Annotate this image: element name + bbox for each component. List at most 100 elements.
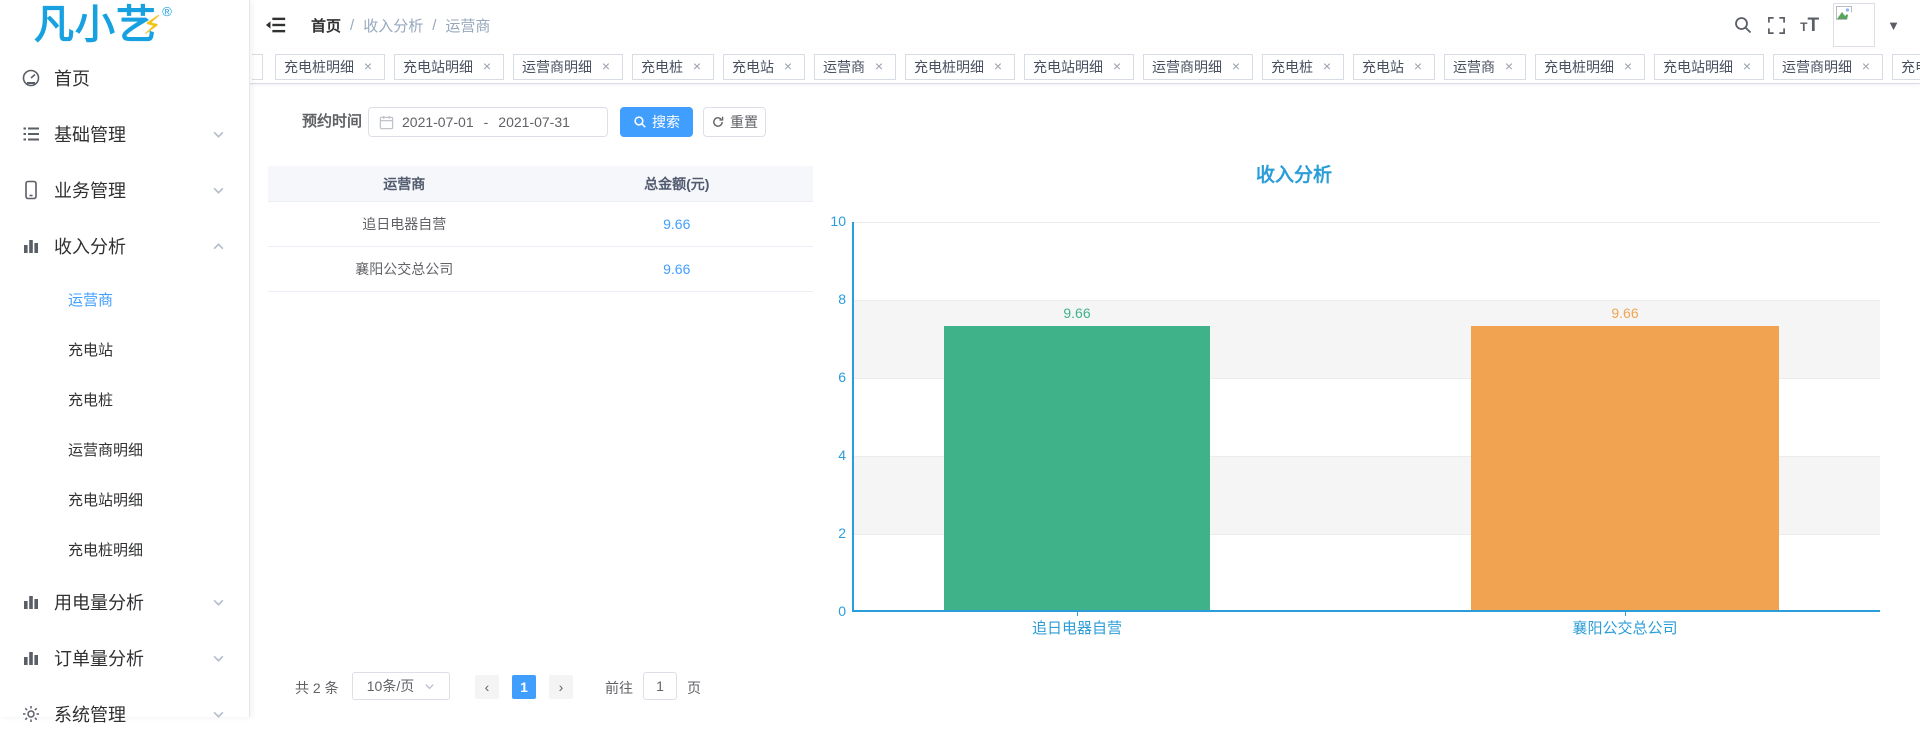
table-row: 襄阳公交总公司9.66 [268, 247, 813, 292]
x-axis-tick [1077, 610, 1078, 616]
tab-充电桩明细[interactable]: 充电桩明细 × [905, 54, 1015, 80]
search-icon[interactable] [1733, 15, 1753, 35]
search-button[interactable]: 搜索 [620, 107, 693, 137]
bar-chart-icon [20, 235, 42, 257]
sidebar-item-1[interactable]: 基础管理 [0, 106, 249, 162]
tab-充电桩明细[interactable]: 充电桩明细× [1535, 54, 1645, 80]
tab-充电站明细[interactable]: 充电站明细 × [1024, 54, 1134, 80]
reset-button[interactable]: 重置 [703, 107, 766, 137]
tab-label: 充电桩 [641, 57, 683, 77]
close-icon[interactable]: × [1109, 59, 1125, 75]
next-page-button[interactable]: › [549, 675, 573, 699]
table-row: 追日电器自营9.66 [268, 202, 813, 247]
tab-label: 充电站 [732, 57, 774, 77]
date-range-picker[interactable]: 2021-07-01 - 2021-07-31 [368, 107, 608, 137]
tab-充电桩[interactable]: 充电桩× [1262, 54, 1344, 80]
breadcrumb-home[interactable]: 首页 [311, 15, 341, 36]
chart-title: 收入分析 [1119, 160, 1469, 187]
close-icon[interactable]: × [360, 59, 376, 75]
breadcrumb-separator: / [350, 17, 354, 34]
sidebar-subitem-充电桩明细[interactable]: 充电桩明细 [0, 524, 249, 574]
tab-partial[interactable] [252, 54, 263, 80]
goto-page-suffix: 页 [687, 678, 701, 698]
page-size-select[interactable]: 10条/页 [352, 672, 450, 700]
tab-充电桩明细[interactable]: 充电桩明细 × [275, 54, 385, 80]
sidebar-item-3[interactable]: 收入分析 [0, 218, 249, 274]
table-header-row: 运营商 总金额(元) [268, 166, 813, 202]
tab-label: 充电桩 [1901, 57, 1920, 77]
sidebar-item-0[interactable]: 首页 [0, 50, 249, 106]
sidebar-subitem-运营商[interactable]: 运营商 [0, 274, 249, 324]
sidebar-item-6[interactable]: 系统管理 [0, 686, 249, 742]
close-icon[interactable]: × [1410, 59, 1426, 75]
breadcrumb: 首页 / 收入分析 / 运营商 [311, 15, 490, 36]
close-icon[interactable]: × [1228, 59, 1244, 75]
current-page-button[interactable]: 1 [512, 675, 536, 699]
mobile-icon [20, 179, 42, 201]
fullscreen-icon[interactable] [1767, 16, 1786, 35]
tab-充电站明细[interactable]: 充电站明细 × [1654, 54, 1764, 80]
close-icon[interactable]: × [1620, 59, 1636, 75]
tab-运营商明细[interactable]: 运营商明细× [1143, 54, 1253, 80]
close-icon[interactable]: × [780, 59, 796, 75]
sidebar-subitem-充电站[interactable]: 充电站 [0, 324, 249, 374]
bar-追日电器自营 [944, 326, 1210, 610]
chevron-down-icon [212, 652, 225, 665]
chevron-down-icon [212, 128, 225, 141]
tab-运营商明细[interactable]: 运营商明细 × [1773, 54, 1883, 80]
hamburger-icon[interactable] [265, 14, 287, 36]
close-icon[interactable]: × [598, 59, 614, 75]
tab-label: 充电站 [1362, 57, 1404, 77]
caret-down-icon[interactable]: ▼ [1887, 18, 1900, 33]
sidebar-subitem-label: 充电桩明细 [68, 539, 143, 560]
tab-label: 充电站明细 [1663, 57, 1733, 77]
tab-label: 运营商明细 [1782, 57, 1852, 77]
tab-充电站[interactable]: 充电站 × [1353, 54, 1435, 80]
app-logo-text: 凡小艺 [34, 5, 157, 45]
y-axis-tick-label: 10 [786, 213, 846, 229]
dashboard-icon [20, 67, 42, 89]
sidebar-item-2[interactable]: 业务管理 [0, 162, 249, 218]
tab-运营商[interactable]: 运营商× [814, 54, 896, 80]
calendar-icon [379, 115, 394, 130]
registered-mark: ® [162, 4, 172, 19]
tab-充电桩[interactable]: 充电桩× [1892, 54, 1920, 80]
goto-page-input[interactable] [643, 672, 677, 700]
font-size-icon[interactable]: TT [1800, 16, 1819, 35]
close-icon[interactable]: × [1501, 59, 1517, 75]
table-header-operator: 运营商 [268, 174, 541, 194]
date-end-value[interactable]: 2021-07-31 [498, 114, 570, 130]
tab-充电站[interactable]: 充电站 × [723, 54, 805, 80]
avatar[interactable] [1833, 3, 1875, 47]
tab-label: 充电站明细 [1033, 57, 1103, 77]
close-icon[interactable]: × [990, 59, 1006, 75]
amount-link[interactable]: 9.66 [663, 261, 690, 277]
app-logo[interactable]: 凡小艺 ⚡ ® [0, 0, 249, 50]
tab-充电桩[interactable]: 充电桩 × [632, 54, 714, 80]
tab-充电站明细[interactable]: 充电站明细× [394, 54, 504, 80]
sidebar-subitem-运营商明细[interactable]: 运营商明细 [0, 424, 249, 474]
prev-page-button[interactable]: ‹ [475, 675, 499, 699]
close-icon[interactable]: × [479, 59, 495, 75]
sidebar-subitem-充电桩[interactable]: 充电桩 [0, 374, 249, 424]
y-axis-tick-label: 2 [786, 525, 846, 541]
tab-label: 充电桩明细 [284, 57, 354, 77]
sidebar-item-label: 首页 [54, 65, 90, 91]
date-start-value[interactable]: 2021-07-01 [402, 114, 474, 130]
tab-label: 充电桩明细 [914, 57, 984, 77]
sidebar-item-5[interactable]: 订单量分析 [0, 630, 249, 686]
sidebar-item-4[interactable]: 用电量分析 [0, 574, 249, 630]
breadcrumb-income-analysis[interactable]: 收入分析 [363, 15, 423, 36]
lightning-bolt-icon: ⚡ [143, 10, 161, 41]
close-icon[interactable]: × [1739, 59, 1755, 75]
tab-运营商[interactable]: 运营商× [1444, 54, 1526, 80]
sidebar-item-label: 业务管理 [54, 177, 126, 203]
chevron-down-icon [212, 596, 225, 609]
sidebar-subitem-充电站明细[interactable]: 充电站明细 [0, 474, 249, 524]
amount-link[interactable]: 9.66 [663, 216, 690, 232]
tab-运营商明细[interactable]: 运营商明细× [513, 54, 623, 80]
close-icon[interactable]: × [1858, 59, 1874, 75]
close-icon[interactable]: × [1319, 59, 1335, 75]
close-icon[interactable]: × [871, 59, 887, 75]
close-icon[interactable]: × [689, 59, 705, 75]
